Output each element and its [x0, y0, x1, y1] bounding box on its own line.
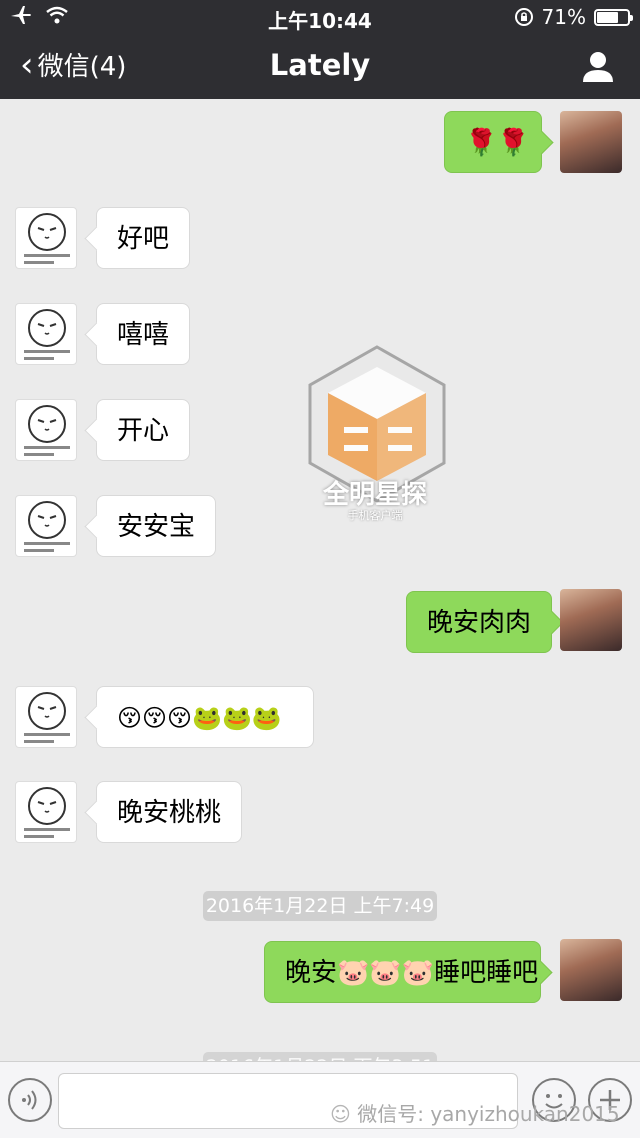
status-right: 71% — [514, 5, 633, 29]
chat-title: Lately — [269, 48, 371, 82]
panda-avatar-icon — [24, 405, 70, 456]
timestamp: 2016年1月22日 上午7:49 — [203, 891, 437, 921]
avatar[interactable] — [560, 939, 622, 1001]
panda-avatar-icon — [24, 501, 70, 552]
watermark-subtitle: 手机客户端 — [347, 509, 403, 522]
message-text: 开心 — [117, 416, 170, 446]
status-bar: 上午10:44 71% — [0, 0, 640, 34]
battery-icon — [594, 8, 633, 26]
panda-avatar-icon — [24, 309, 70, 360]
avatar[interactable] — [560, 111, 622, 173]
avatar[interactable] — [15, 686, 77, 748]
message-bubble-incoming[interactable]: 晚安桃桃 — [96, 781, 243, 843]
panda-avatar-icon — [24, 213, 70, 264]
voice-button[interactable] — [8, 1078, 52, 1122]
voice-icon — [22, 1090, 37, 1110]
wechat-id-text: 微信号: yanyizhoukan2015 — [357, 1102, 620, 1126]
avatar[interactable] — [15, 207, 77, 269]
battery-fill — [597, 11, 619, 23]
message-text: 晚安肉肉 — [427, 608, 532, 638]
message-text: 安安宝 — [117, 512, 196, 542]
message-text: 😚😚😚🐸🐸🐸 — [117, 704, 282, 732]
avatar[interactable] — [560, 589, 622, 651]
timestamp: 2016年1月22日 下午3:51 — [203, 1052, 437, 1061]
wechat-logo-icon: ☺ — [330, 1102, 351, 1126]
message-bubble-outgoing[interactable]: 晚安🐷🐷🐷睡吧睡吧 — [264, 941, 541, 1003]
message-bubble-incoming[interactable]: 安安宝 — [96, 495, 217, 557]
message-text: 晚安桃桃 — [117, 798, 222, 828]
profile-icon[interactable] — [580, 48, 616, 84]
wechat-id-watermark: ☺ 微信号: yanyizhoukan2015 — [330, 1098, 620, 1127]
avatar[interactable] — [15, 781, 77, 843]
message-text: 好吧 — [117, 224, 170, 254]
watermark-title: 全明星探 — [322, 480, 427, 510]
avatar[interactable] — [15, 495, 77, 557]
message-text: 嘻嘻 — [117, 320, 170, 350]
panda-avatar-icon — [24, 692, 70, 743]
battery-percent: 71% — [541, 5, 586, 29]
message-bubble-incoming[interactable]: 嘻嘻 — [96, 303, 191, 365]
message-bubble-incoming[interactable]: 开心 — [96, 399, 191, 461]
message-bubble-incoming[interactable]: 好吧 — [96, 207, 191, 269]
top-bar: 上午10:44 71% ‹ 微信(4) Lately — [0, 0, 640, 99]
rotation-lock-icon — [514, 8, 533, 26]
message-bubble-incoming[interactable]: 😚😚😚🐸🐸🐸 — [96, 686, 314, 748]
message-bubble-outgoing[interactable]: 晚安肉肉 — [406, 591, 553, 653]
avatar[interactable] — [15, 399, 77, 461]
message-text: 晚安🐷🐷🐷睡吧睡吧 — [285, 958, 539, 988]
message-bubble-outgoing[interactable]: 🌹🌹 — [444, 111, 542, 173]
nav-bar: ‹ 微信(4) Lately — [0, 34, 640, 99]
avatar[interactable] — [15, 303, 77, 365]
chat-area[interactable]: 🌹🌹 好吧 嘻嘻 开心 安安宝 全明星探 手机客户端 晚安肉肉 😚😚😚🐸🐸🐸 晚… — [0, 99, 640, 1061]
panda-avatar-icon — [24, 787, 70, 838]
message-text: 🌹🌹 — [465, 128, 530, 158]
